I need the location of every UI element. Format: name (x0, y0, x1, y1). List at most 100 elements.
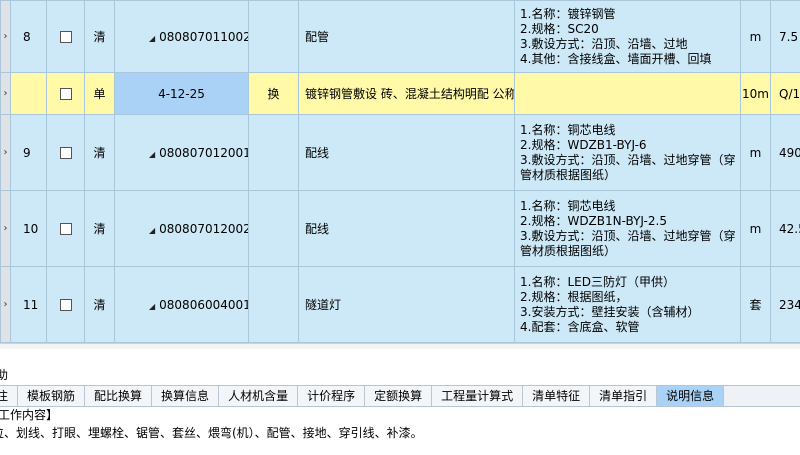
row-code-selected[interactable]: 4-12-25 (114, 72, 249, 115)
feature-line: 1.名称：铜芯电线 (520, 198, 616, 213)
row-kind: 清 (84, 266, 115, 343)
row-seq (10, 72, 47, 115)
row-code-text: 080807011002 (159, 29, 249, 44)
row-swap (248, 0, 299, 73)
row-features[interactable] (514, 72, 741, 115)
tab-notes[interactable]: 注 (0, 386, 19, 406)
row-gutter: › (0, 266, 11, 343)
tab-labor-material-machine[interactable]: 人材机含量 (219, 386, 299, 406)
row-checkbox[interactable] (59, 223, 72, 235)
row-code[interactable]: ◢ 080807011002 (114, 0, 249, 73)
feature-line: 3.安装方式：壁挂安装（含辅材） (520, 304, 700, 319)
row-code[interactable]: ◢ 080807012002 (114, 190, 249, 267)
tab-bill-features[interactable]: 清单特征 (523, 386, 591, 406)
work-content-body: 位、划线、打眼、埋螺栓、锯管、套丝、煨弯(机）、配管、接地、穿引线、补漆。 (0, 426, 423, 440)
row-kind: 清 (84, 0, 115, 73)
row-unit: m (740, 0, 771, 73)
row-name[interactable]: 配线 (298, 190, 515, 267)
row-checkbox[interactable] (59, 147, 72, 159)
row-seq: 8 (10, 0, 47, 73)
feature-line: 管材质根据图纸） (520, 243, 617, 258)
row-unit: 10m (740, 72, 771, 115)
feature-line: 1.名称：LED三防灯（甲供） (520, 274, 675, 289)
row-unit: m (740, 114, 771, 191)
row-seq: 9 (10, 114, 47, 191)
row-seq: 10 (10, 190, 47, 267)
row-qty[interactable]: 42.5 (770, 190, 800, 267)
row-kind: 清 (84, 190, 115, 267)
collapse-triangle-icon[interactable]: ◢ (149, 302, 155, 311)
tab-mix-conversion[interactable]: 配比换算 (85, 386, 153, 406)
row-qty[interactable]: 4901- (770, 114, 800, 191)
feature-line: 2.规格：WDZB1-BYJ-6 (520, 137, 647, 152)
row-gutter: › (0, 0, 11, 73)
bill-grid: › 8 清 ◢ 080807011002 配管 1.名称：镀锌钢管 2.规格：SC… (0, 0, 800, 343)
row-gutter: › (0, 114, 11, 191)
table-row[interactable]: › 单 4-12-25 换 镀锌钢管敷设 砖、混凝土结构明配 公称直径(DN) … (0, 72, 800, 115)
row-qty[interactable]: 7.5 (770, 0, 800, 73)
row-checkbox-cell[interactable] (46, 72, 85, 115)
collapse-triangle-icon[interactable]: ◢ (149, 150, 155, 159)
row-checkbox-cell[interactable] (46, 190, 85, 267)
row-name[interactable]: 镀锌钢管敷设 砖、混凝土结构明配 公称直径(DN) ≤25 (298, 72, 515, 115)
row-gutter: › (0, 72, 11, 115)
feature-line: 2.规格：WDZB1N-BYJ-2.5 (520, 213, 667, 228)
row-features[interactable]: 1.名称：铜芯电线 2.规格：WDZB1N-BYJ-2.5 3.敷设方式：沿顶、… (514, 190, 741, 267)
table-row[interactable]: › 9 清 ◢ 080807012001 配线 1.名称：铜芯电线 2.规格：WD… (0, 114, 800, 191)
feature-line: 1.名称：镀锌钢管 (520, 6, 616, 21)
row-swap (248, 114, 299, 191)
row-features[interactable]: 1.名称：LED三防灯（甲供） 2.规格：根据图纸， 3.安装方式：壁挂安装（含… (514, 266, 741, 343)
row-checkbox-cell[interactable] (46, 266, 85, 343)
row-code-text: 080807012002 (159, 221, 249, 236)
collapse-triangle-icon[interactable]: ◢ (149, 226, 155, 235)
row-qty[interactable]: 234 (770, 266, 800, 343)
collapse-triangle-icon[interactable]: ◢ (149, 34, 155, 43)
feature-line: 4.其他：含接线盒、墙面开槽、回填 (520, 51, 712, 66)
row-code-text: 080807012001 (159, 145, 249, 160)
row-name[interactable]: 配管 (298, 0, 515, 73)
row-features[interactable]: 1.名称：铜芯电线 2.规格：WDZB1-BYJ-6 3.敷设方式：沿顶、沿墙、… (514, 114, 741, 191)
row-swap (248, 266, 299, 343)
row-checkbox-cell[interactable] (46, 0, 85, 73)
tab-quota-conversion[interactable]: 定额换算 (365, 386, 433, 406)
row-seq: 11 (10, 266, 47, 343)
row-swap (248, 190, 299, 267)
feature-line: 3.敷设方式：沿顶、沿墙、过地穿管（穿 (520, 228, 736, 243)
feature-line: 1.名称：铜芯电线 (520, 122, 616, 137)
work-content-title: 工作内容】 (0, 408, 59, 422)
row-kind: 清 (84, 114, 115, 191)
panel-title: 助 (0, 368, 9, 382)
feature-line: 2.规格：根据图纸， (520, 289, 628, 304)
row-qty[interactable]: Q/10 (770, 72, 800, 115)
row-unit: m (740, 190, 771, 267)
row-code[interactable]: ◢ 080807012001 (114, 114, 249, 191)
row-checkbox[interactable] (59, 31, 72, 43)
tab-quantity-formula[interactable]: 工程量计算式 (432, 386, 524, 406)
feature-line: 3.敷设方式：沿顶、沿墙、过地穿管（穿 (520, 152, 736, 167)
row-name[interactable]: 隧道灯 (298, 266, 515, 343)
panel-splitter[interactable] (0, 343, 800, 349)
row-features[interactable]: 1.名称：镀锌钢管 2.规格：SC20 3.敷设方式：沿顶、沿墙、过地 4.其他… (514, 0, 741, 73)
row-checkbox[interactable] (59, 88, 72, 100)
tab-conversion-info[interactable]: 换算信息 (152, 386, 220, 406)
row-code[interactable]: ◢ 080806004001 (114, 266, 249, 343)
table-row[interactable]: › 10 清 ◢ 080807012002 配线 1.名称：铜芯电线 2.规格：W… (0, 190, 800, 267)
table-row[interactable]: › 11 清 ◢ 080806004001 隧道灯 1.名称：LED三防灯（甲供）… (0, 266, 800, 343)
tab-bill-guide[interactable]: 清单指引 (590, 386, 658, 406)
feature-line: 2.规格：SC20 (520, 21, 599, 36)
row-code-text: 080806004001 (159, 297, 249, 312)
tab-description-info[interactable]: 说明信息 (657, 386, 725, 406)
tab-formwork-rebar[interactable]: 模板钢筋 (18, 386, 86, 406)
row-name[interactable]: 配线 (298, 114, 515, 191)
row-checkbox-cell[interactable] (46, 114, 85, 191)
feature-line: 3.敷设方式：沿顶、沿墙、过地 (520, 36, 688, 51)
row-unit: 套 (740, 266, 771, 343)
tab-pricing-procedure[interactable]: 计价程序 (298, 386, 366, 406)
feature-line: 4.配套：含底盒、软管 (520, 319, 640, 334)
feature-line: 管材质根据图纸） (520, 167, 617, 182)
table-row[interactable]: › 8 清 ◢ 080807011002 配管 1.名称：镀锌钢管 2.规格：SC… (0, 0, 800, 73)
row-gutter: › (0, 190, 11, 267)
row-kind: 单 (84, 72, 115, 115)
row-swap: 换 (248, 72, 299, 115)
row-checkbox[interactable] (59, 299, 72, 311)
